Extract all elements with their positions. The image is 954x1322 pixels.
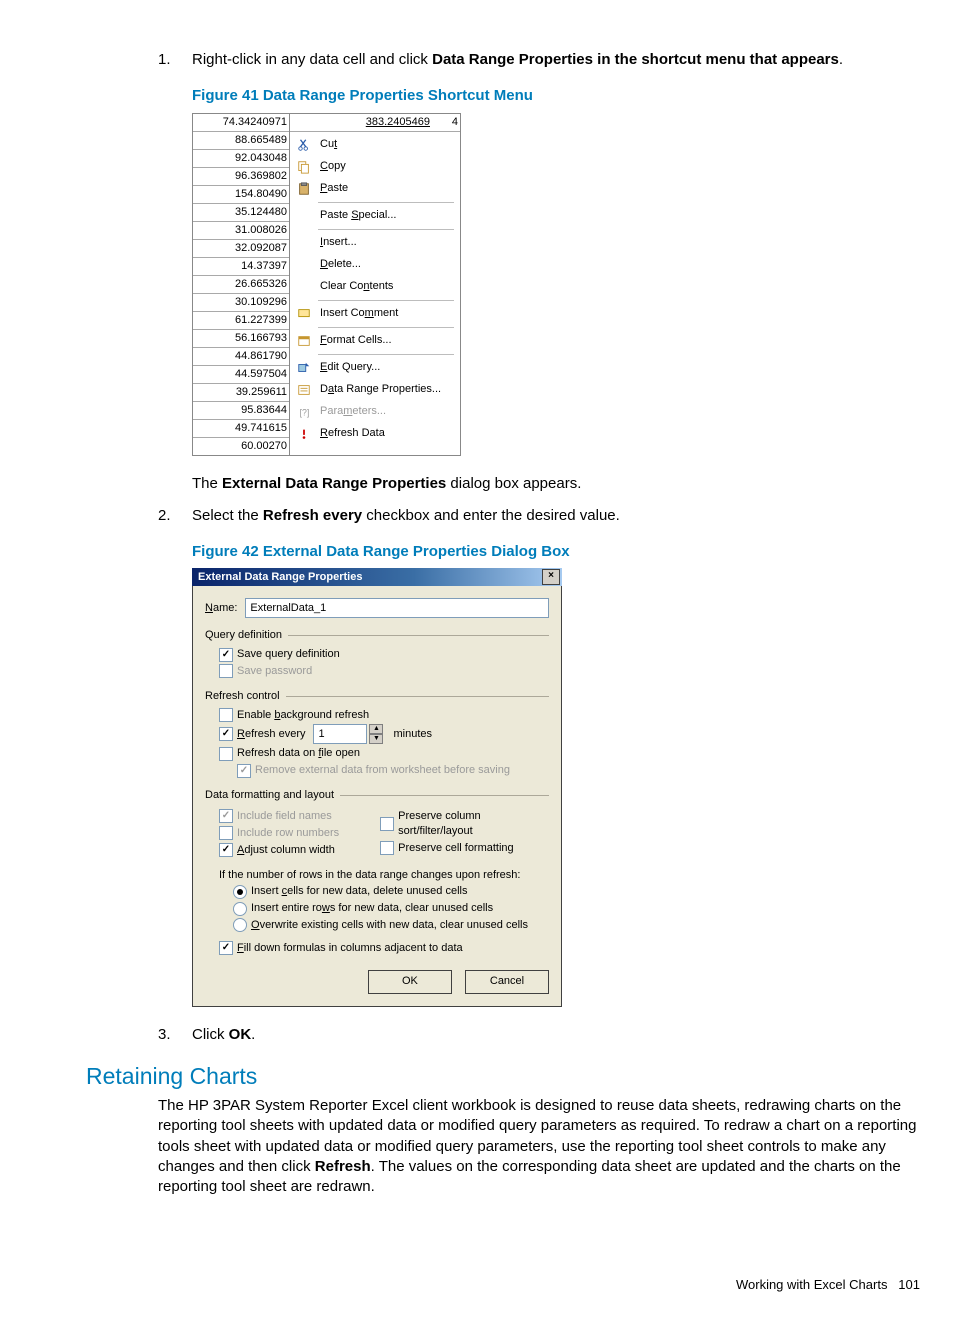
menu-cut[interactable]: Cut	[290, 134, 460, 156]
data-cell[interactable]: 95.83644	[193, 402, 289, 420]
properties-icon	[294, 382, 314, 398]
adjust-column-width-checkbox[interactable]	[219, 843, 233, 857]
fig41-data-column: 74.34240971 88.665489 92.043048 96.36980…	[193, 114, 290, 455]
dialog-title: External Data Range Properties	[198, 570, 362, 585]
if-rows-label: If the number of rows in the data range …	[219, 868, 549, 883]
comment-icon	[294, 306, 314, 322]
data-cell[interactable]: 60.00270	[193, 438, 289, 455]
group-refresh-control: Refresh control Enable background refres…	[205, 689, 549, 778]
name-label: Name:	[205, 601, 237, 616]
refresh-icon	[294, 426, 314, 442]
figure-41-caption: Figure 41 Data Range Properties Shortcut…	[192, 86, 924, 106]
figure-42: External Data Range Properties × Name: E…	[192, 568, 924, 1007]
figure-42-caption: Figure 42 External Data Range Properties…	[192, 542, 924, 562]
save-query-checkbox[interactable]	[219, 648, 233, 662]
data-cell[interactable]: 74.34240971	[193, 114, 289, 132]
menu-copy[interactable]: Copy	[290, 156, 460, 178]
include-field-names-checkbox	[219, 809, 233, 823]
menu-parameters: [?] Parameters...	[290, 401, 460, 423]
data-cell[interactable]: 44.597504	[193, 366, 289, 384]
page-footer: Working with Excel Charts 101	[90, 1277, 924, 1292]
radio-insert-rows[interactable]	[233, 902, 247, 916]
menu-refresh-data[interactable]: Refresh Data	[290, 423, 460, 445]
name-input[interactable]: ExternalData_1	[245, 598, 549, 618]
section-paragraph: The HP 3PAR System Reporter Excel client…	[158, 1096, 924, 1197]
step-1: Right-click in any data cell and click D…	[158, 50, 924, 494]
menu-paste[interactable]: Paste	[290, 178, 460, 200]
background-refresh-checkbox[interactable]	[219, 708, 233, 722]
query-icon	[294, 360, 314, 376]
step-1-text-b: Data Range Properties in the shortcut me…	[432, 51, 839, 68]
step-3: Click OK.	[158, 1025, 924, 1045]
paste-icon	[294, 181, 314, 197]
data-cell[interactable]: 14.37397	[193, 258, 289, 276]
data-cell[interactable]: 35.124480	[193, 204, 289, 222]
step-2: Select the Refresh every checkbox and en…	[158, 506, 924, 1007]
refresh-on-open-checkbox[interactable]	[219, 747, 233, 761]
svg-text:[?]: [?]	[300, 407, 310, 417]
page-content: Right-click in any data cell and click D…	[0, 0, 954, 1322]
data-cell[interactable]: 96.369802	[193, 168, 289, 186]
copy-icon	[294, 159, 314, 175]
menu-format-cells[interactable]: Format Cells...	[290, 330, 460, 352]
data-cell[interactable]: 154.80490	[193, 186, 289, 204]
data-cell[interactable]: 92.043048	[193, 150, 289, 168]
preserve-cell-format-checkbox[interactable]	[380, 841, 394, 855]
fill-down-checkbox[interactable]	[219, 941, 233, 955]
section-heading: Retaining Charts	[86, 1063, 924, 1090]
refresh-every-checkbox[interactable]	[219, 727, 233, 741]
remove-external-checkbox	[237, 764, 251, 778]
menu-data-range-properties[interactable]: Data Range Properties...	[290, 379, 460, 401]
preserve-sort-checkbox[interactable]	[380, 817, 394, 831]
ok-button[interactable]: OK	[368, 970, 452, 994]
radio-insert-cells[interactable]	[233, 885, 247, 899]
data-cell[interactable]: 44.861790	[193, 348, 289, 366]
menu-paste-special[interactable]: Paste Special...	[290, 205, 460, 227]
format-icon	[294, 333, 314, 349]
group-data-formatting: Data formatting and layout Include field…	[205, 788, 549, 956]
dialog-titlebar: External Data Range Properties ×	[192, 568, 562, 586]
context-menu: 383.24054694 Cut Copy	[289, 114, 460, 455]
data-cell[interactable]: 56.166793	[193, 330, 289, 348]
menu-edit-query[interactable]: Edit Query...	[290, 357, 460, 379]
steps-list: Right-click in any data cell and click D…	[90, 50, 924, 1045]
data-cell[interactable]: 61.227399	[193, 312, 289, 330]
cancel-button[interactable]: Cancel	[465, 970, 549, 994]
step-1-text-c: .	[839, 51, 843, 68]
figure-41: 74.34240971 88.665489 92.043048 96.36980…	[192, 113, 924, 456]
step-1-followup: The External Data Range Properties dialo…	[192, 474, 924, 494]
menu-insert-comment[interactable]: Insert Comment	[290, 303, 460, 325]
menu-insert[interactable]: Insert...	[290, 232, 460, 254]
close-button[interactable]: ×	[542, 569, 560, 585]
data-cell[interactable]: 39.259611	[193, 384, 289, 402]
menu-delete[interactable]: Delete...	[290, 254, 460, 276]
spinner-buttons[interactable]: ▲▼	[369, 724, 383, 744]
data-cell[interactable]: 31.008026	[193, 222, 289, 240]
step-1-text-a: Right-click in any data cell and click	[192, 51, 432, 68]
fig41-top-cell: 383.24054694	[290, 114, 460, 132]
data-cell[interactable]: 32.092087	[193, 240, 289, 258]
data-cell[interactable]: 30.109296	[193, 294, 289, 312]
radio-overwrite[interactable]	[233, 918, 247, 932]
save-password-checkbox	[219, 664, 233, 678]
parameters-icon: [?]	[294, 404, 314, 420]
scissors-icon	[294, 137, 314, 153]
data-cell[interactable]: 88.665489	[193, 132, 289, 150]
data-cell[interactable]: 26.665326	[193, 276, 289, 294]
refresh-every-input[interactable]: 1	[313, 724, 367, 744]
data-cell[interactable]: 49.741615	[193, 420, 289, 438]
menu-clear-contents[interactable]: Clear Contents	[290, 276, 460, 298]
group-query-definition: Query definition Save query definition S…	[205, 628, 549, 679]
include-row-numbers-checkbox	[219, 826, 233, 840]
